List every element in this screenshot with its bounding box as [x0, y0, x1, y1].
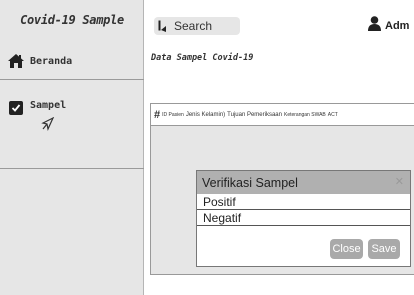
cursor-icon	[41, 116, 55, 135]
modal-header: Verifikasi Sampel ✕	[197, 171, 410, 194]
sidebar-divider	[0, 79, 144, 80]
checkbox-icon	[8, 100, 24, 116]
sidebar: Covid-19 Sample Beranda Sampel	[0, 0, 144, 295]
user-menu[interactable]: Adm	[368, 16, 409, 35]
sidebar-item-beranda[interactable]: Beranda	[0, 51, 144, 71]
column-header-id-pasien: ID Pasien	[162, 111, 184, 118]
option-positif[interactable]: Positif	[197, 194, 410, 210]
sidebar-item-label: Beranda	[30, 55, 73, 67]
column-header-jenis-kelamin: Jenis Kelamin)	[185, 111, 226, 118]
save-button[interactable]: Save	[368, 239, 400, 259]
search-label: Search	[174, 19, 213, 33]
sidebar-item-label: Sampel	[30, 100, 67, 111]
user-name: Adm	[385, 19, 410, 32]
column-header-tujuan-pemeriksaan: Tujuan Pemeriksaan	[227, 111, 282, 118]
column-header-number: #	[154, 108, 161, 121]
modal-title: Verifikasi Sampel	[202, 175, 298, 190]
column-header-action: ACT	[327, 111, 338, 118]
sidebar-item-sampel[interactable]: Sampel	[0, 100, 144, 140]
app-title: Covid-19 Sample	[20, 13, 124, 27]
page-title: Data Sampel Covid-19	[151, 53, 254, 63]
column-header-keterangan-swab: Keterangan SWAB	[283, 111, 326, 118]
verification-modal: Verifikasi Sampel ✕ Positif Negatif Clos…	[196, 170, 411, 267]
home-icon	[8, 53, 24, 69]
close-button[interactable]: Close	[330, 239, 363, 259]
user-icon	[368, 16, 381, 35]
close-icon[interactable]: ✕	[395, 175, 404, 188]
search-input[interactable]: Search	[154, 17, 240, 35]
table-header: # ID Pasien Jenis Kelamin) Tujuan Pemeri…	[151, 104, 414, 126]
sidebar-divider	[0, 168, 144, 169]
search-icon	[158, 17, 169, 36]
option-negatif[interactable]: Negatif	[197, 210, 410, 226]
